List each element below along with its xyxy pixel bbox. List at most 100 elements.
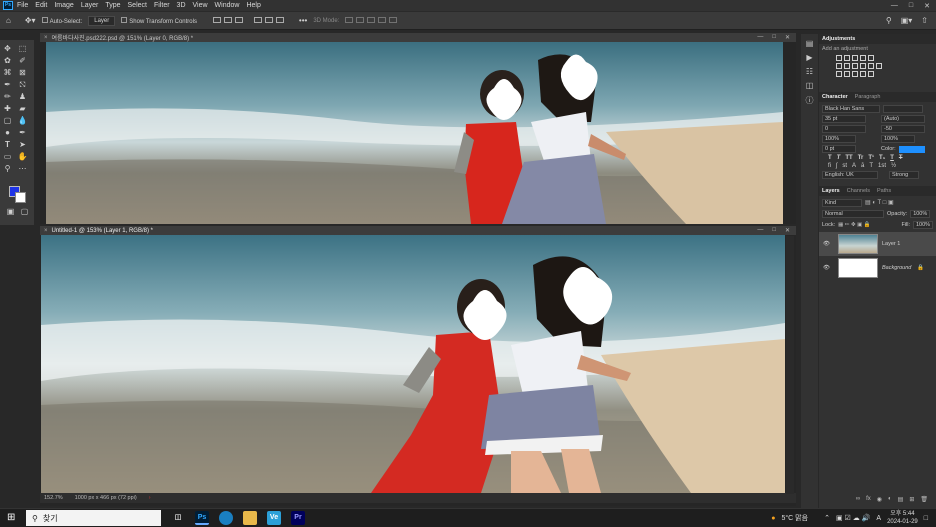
vertical-scrollbar[interactable] [786,236,794,494]
menu-filter[interactable]: Filter [154,2,170,9]
menu-help[interactable]: Help [246,2,260,9]
ime-indicator[interactable]: A [876,515,881,522]
properties-icon[interactable]: ☷ [801,67,818,76]
layer-filter-icons[interactable]: ▤ ◐ T □ ▣ [865,199,894,207]
layers-footer[interactable]: ∞ fx ◉ ◐ ▤ ⊞ 🗑 [819,496,936,506]
info-icon[interactable]: ⓘ [801,95,818,106]
edge-icon[interactable] [219,511,233,525]
actions-icon[interactable]: ▶ [801,53,818,62]
frame-tool-icon[interactable]: ⊠ [15,67,30,79]
vrew-icon[interactable]: Ve [267,511,281,525]
vertical-scale-field[interactable]: 100% [822,135,856,143]
status-arrow-icon[interactable]: › [149,495,151,501]
layer-name[interactable]: Background [882,265,911,271]
tray-overflow-icon[interactable]: ⌃ [824,514,830,522]
tab-character[interactable]: Character [822,94,848,100]
menu-image[interactable]: Image [54,2,73,9]
eye-icon[interactable]: 👁 [823,265,830,271]
blend-mode-select[interactable]: Normal [822,210,884,218]
maximize-icon[interactable]: □ [909,2,913,10]
screen-mode-icon[interactable]: ▢ [17,206,32,218]
menu-layer[interactable]: Layer [81,2,99,9]
document-tab-2[interactable]: × Untitled-1 @ 153% (Layer 1, RGB/8) * —… [40,226,796,235]
opacity-field[interactable]: 100% [910,210,931,218]
type-tool-icon[interactable]: T [0,139,15,151]
libraries-icon[interactable]: ◫ [801,81,818,90]
opentype-buttons[interactable]: fi ʃ st Aā T 1st ½ [822,163,933,169]
brush-tool-icon[interactable]: ✏ [0,91,15,103]
3d-mode-buttons[interactable] [345,16,400,25]
menu-type[interactable]: Type [105,2,120,9]
menu-edit[interactable]: Edit [35,2,47,9]
layer-row-1[interactable]: 👁 Layer 1 [819,232,936,256]
document-tab-1[interactable]: × 여름바다사진.psd222.psd @ 151% (Layer 0, RGB… [40,33,796,42]
menu-3d[interactable]: 3D [177,2,186,9]
lasso-tool-icon[interactable]: ✿ [0,55,15,67]
photoshop-logo[interactable]: Ps [3,1,13,10]
zoom-tool-icon[interactable]: ⚲ [0,163,15,175]
antialias-select[interactable]: Strong [889,171,919,179]
layer-filter-select[interactable]: Kind [822,199,862,207]
weather-text[interactable]: 5°C 맑음 [781,513,808,523]
edit-toolbar-icon[interactable]: ⋯ [15,163,30,175]
quick-select-tool-icon[interactable]: ✐ [15,55,30,67]
premiere-icon[interactable]: Pr [291,511,305,525]
layer-row-2[interactable]: 👁 Background 🔒 [819,256,936,280]
minimize-icon[interactable]: — [757,227,763,234]
close-icon[interactable]: × [44,35,48,41]
move-tool-icon[interactable]: ✥ [0,43,15,55]
marquee-tool-icon[interactable]: ⬚ [15,43,30,55]
share-icon[interactable]: ⇧ [921,16,928,25]
document-info[interactable]: 1000 px x 466 px (72 ppi) [75,495,137,501]
move-tool-preset-icon[interactable]: ✥▾ [25,16,36,25]
tab-paragraph[interactable]: Paragraph [855,94,881,100]
menu-window[interactable]: Window [215,2,240,9]
leading-field[interactable]: (Auto) [881,115,925,123]
search-icon[interactable]: ⚲ [886,16,892,25]
fill-field[interactable]: 100% [913,221,933,229]
weather-icon[interactable]: ● [771,515,775,522]
workspace-icon[interactable]: ▣▾ [901,16,913,25]
baseline-shift-field[interactable]: 0 pt [822,145,856,153]
pen-tool-icon[interactable]: ✒ [15,127,30,139]
layer-name[interactable]: Layer 1 [882,241,900,247]
taskbar-search[interactable]: ⚲ 찾기 [26,510,161,526]
shape-tool-icon[interactable]: ▭ [0,151,15,163]
horizontal-scale-field[interactable]: 100% [881,135,915,143]
show-transform-checkbox[interactable]: Show Transform Controls [121,16,197,25]
text-color-swatch[interactable] [898,145,925,153]
font-style-select[interactable] [883,105,923,113]
more-options-icon[interactable]: ••• [299,16,307,25]
menu-file[interactable]: File [17,2,28,9]
restore-icon[interactable]: □ [772,227,776,234]
zoom-level[interactable]: 152.7% [44,495,63,501]
history-icon[interactable]: ▤ [801,39,818,48]
clock[interactable]: 오후 5:44 2024-01-29 [887,510,918,526]
font-size-field[interactable]: 35 pt [822,115,866,123]
tab-adjustments[interactable]: Adjustments [822,36,855,42]
crop-tool-icon[interactable]: ⌘ [0,67,15,79]
gradient-tool-icon[interactable]: ▢ [0,115,15,127]
home-icon[interactable]: ⌂ [6,16,11,25]
tab-layers[interactable]: Layers [822,188,840,194]
history-brush-tool-icon[interactable]: ✚ [0,103,15,115]
tab-channels[interactable]: Channels [847,188,870,194]
photoshop-taskbar-icon[interactable]: Ps [195,511,209,525]
close-icon[interactable]: ✕ [785,34,790,41]
adjustment-icons-row-1[interactable] [819,54,936,62]
healing-tool-icon[interactable]: ⛞ [15,79,30,91]
path-select-tool-icon[interactable]: ➤ [15,139,30,151]
task-view-icon[interactable]: ◫ [171,511,185,525]
background-color-swatch[interactable] [15,192,26,203]
auto-select-checkbox[interactable]: Auto-Select: [41,16,82,25]
blur-tool-icon[interactable]: 💧 [15,115,30,127]
hand-tool-icon[interactable]: ✋ [15,151,30,163]
menu-select[interactable]: Select [128,2,147,9]
restore-icon[interactable]: □ [772,34,776,41]
close-icon[interactable]: ✕ [785,227,790,234]
canvas-1[interactable] [46,42,783,224]
language-select[interactable]: English: UK [822,171,878,179]
tracking-field[interactable]: -50 [881,125,925,133]
stamp-tool-icon[interactable]: ♟ [15,91,30,103]
font-family-select[interactable]: Black Han Sans [822,105,880,113]
